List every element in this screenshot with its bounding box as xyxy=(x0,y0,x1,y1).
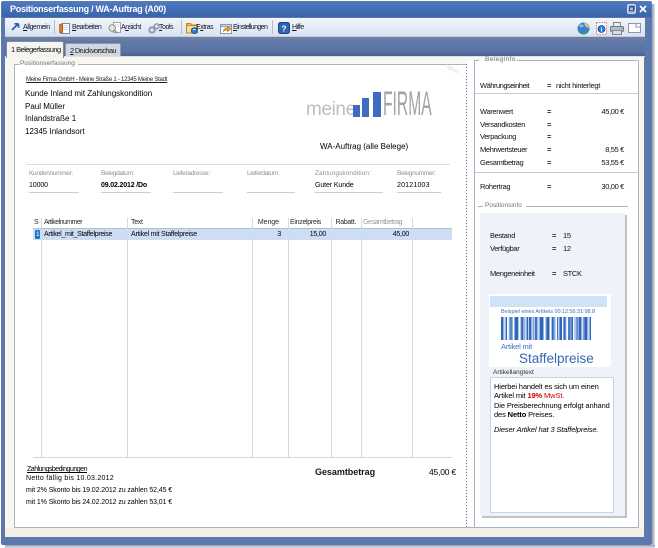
svg-text:i: i xyxy=(601,27,603,34)
svg-text:?: ? xyxy=(281,23,286,33)
